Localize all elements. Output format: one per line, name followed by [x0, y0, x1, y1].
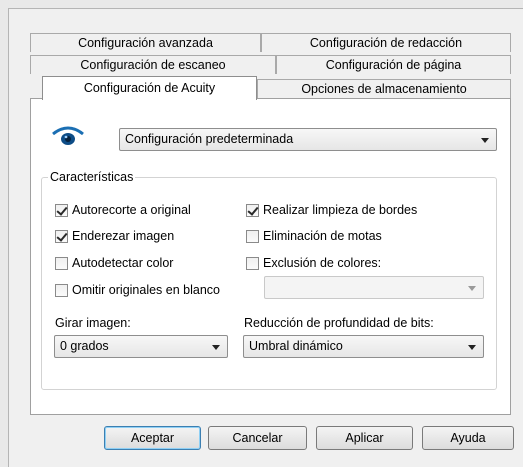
checkbox-label: Autorecorte a original — [72, 203, 191, 217]
cancel-button[interactable]: Cancelar — [208, 426, 307, 450]
checkbox-box[interactable] — [55, 283, 68, 297]
checkbox-label: Realizar limpieza de bordes — [263, 203, 418, 217]
checkbox-label: Exclusión de colores: — [263, 256, 382, 270]
color-dropout-select[interactable] — [264, 276, 484, 299]
tab-scan-settings[interactable]: Configuración de escaneo — [30, 55, 276, 74]
autocrop-checkbox[interactable]: Autorecorte a original — [55, 202, 191, 218]
apply-button[interactable]: Aplicar — [316, 426, 413, 450]
features-group-title: Características — [48, 170, 136, 184]
chevron-down-icon — [468, 286, 476, 291]
checkbox-box[interactable] — [246, 256, 259, 270]
chevron-down-icon — [468, 345, 476, 350]
chevron-down-icon — [481, 138, 489, 143]
preset-select[interactable]: Configuración predeterminada — [119, 128, 497, 151]
help-button[interactable]: Ayuda — [422, 426, 514, 450]
checkbox-label: Enderezar imagen — [72, 229, 175, 243]
checkbox-box[interactable] — [246, 203, 259, 217]
bit-depth-select[interactable]: Umbral dinámico — [243, 335, 484, 358]
despeckle-checkbox[interactable]: Eliminación de motas — [246, 228, 382, 244]
checkbox-box[interactable] — [55, 256, 68, 270]
ok-button[interactable]: Aceptar — [104, 426, 201, 450]
skip-blank-checkbox[interactable]: Omitir originales en blanco — [55, 282, 220, 298]
tab-redaction-settings[interactable]: Configuración de redacción — [261, 33, 511, 52]
rotate-select[interactable]: 0 grados — [54, 335, 228, 358]
eye-icon — [52, 126, 84, 145]
deskew-checkbox[interactable]: Enderezar imagen — [55, 228, 174, 244]
preset-select-value: Configuración predeterminada — [125, 132, 294, 146]
tab-advanced-settings[interactable]: Configuración avanzada — [30, 33, 261, 52]
autodetect-color-checkbox[interactable]: Autodetectar color — [55, 255, 173, 271]
tab-acuity-settings[interactable]: Configuración de Acuity — [42, 76, 257, 100]
color-dropout-checkbox[interactable]: Exclusión de colores: — [246, 255, 381, 271]
checkbox-label: Eliminación de motas — [263, 229, 382, 243]
tab-storage-options[interactable]: Opciones de almacenamiento — [257, 79, 511, 98]
checkbox-label: Autodetectar color — [72, 256, 174, 270]
checkbox-box[interactable] — [55, 203, 68, 217]
bit-depth-label: Reducción de profundidad de bits: — [244, 316, 434, 330]
chevron-down-icon — [212, 345, 220, 350]
rotate-label: Girar imagen: — [55, 316, 131, 330]
bit-depth-select-value: Umbral dinámico — [249, 339, 343, 353]
tab-page-settings[interactable]: Configuración de página — [276, 55, 511, 74]
edge-cleanup-checkbox[interactable]: Realizar limpieza de bordes — [246, 202, 417, 218]
rotate-select-value: 0 grados — [60, 339, 109, 353]
checkbox-box[interactable] — [246, 229, 259, 243]
checkbox-box[interactable] — [55, 229, 68, 243]
checkbox-label: Omitir originales en blanco — [72, 283, 220, 297]
